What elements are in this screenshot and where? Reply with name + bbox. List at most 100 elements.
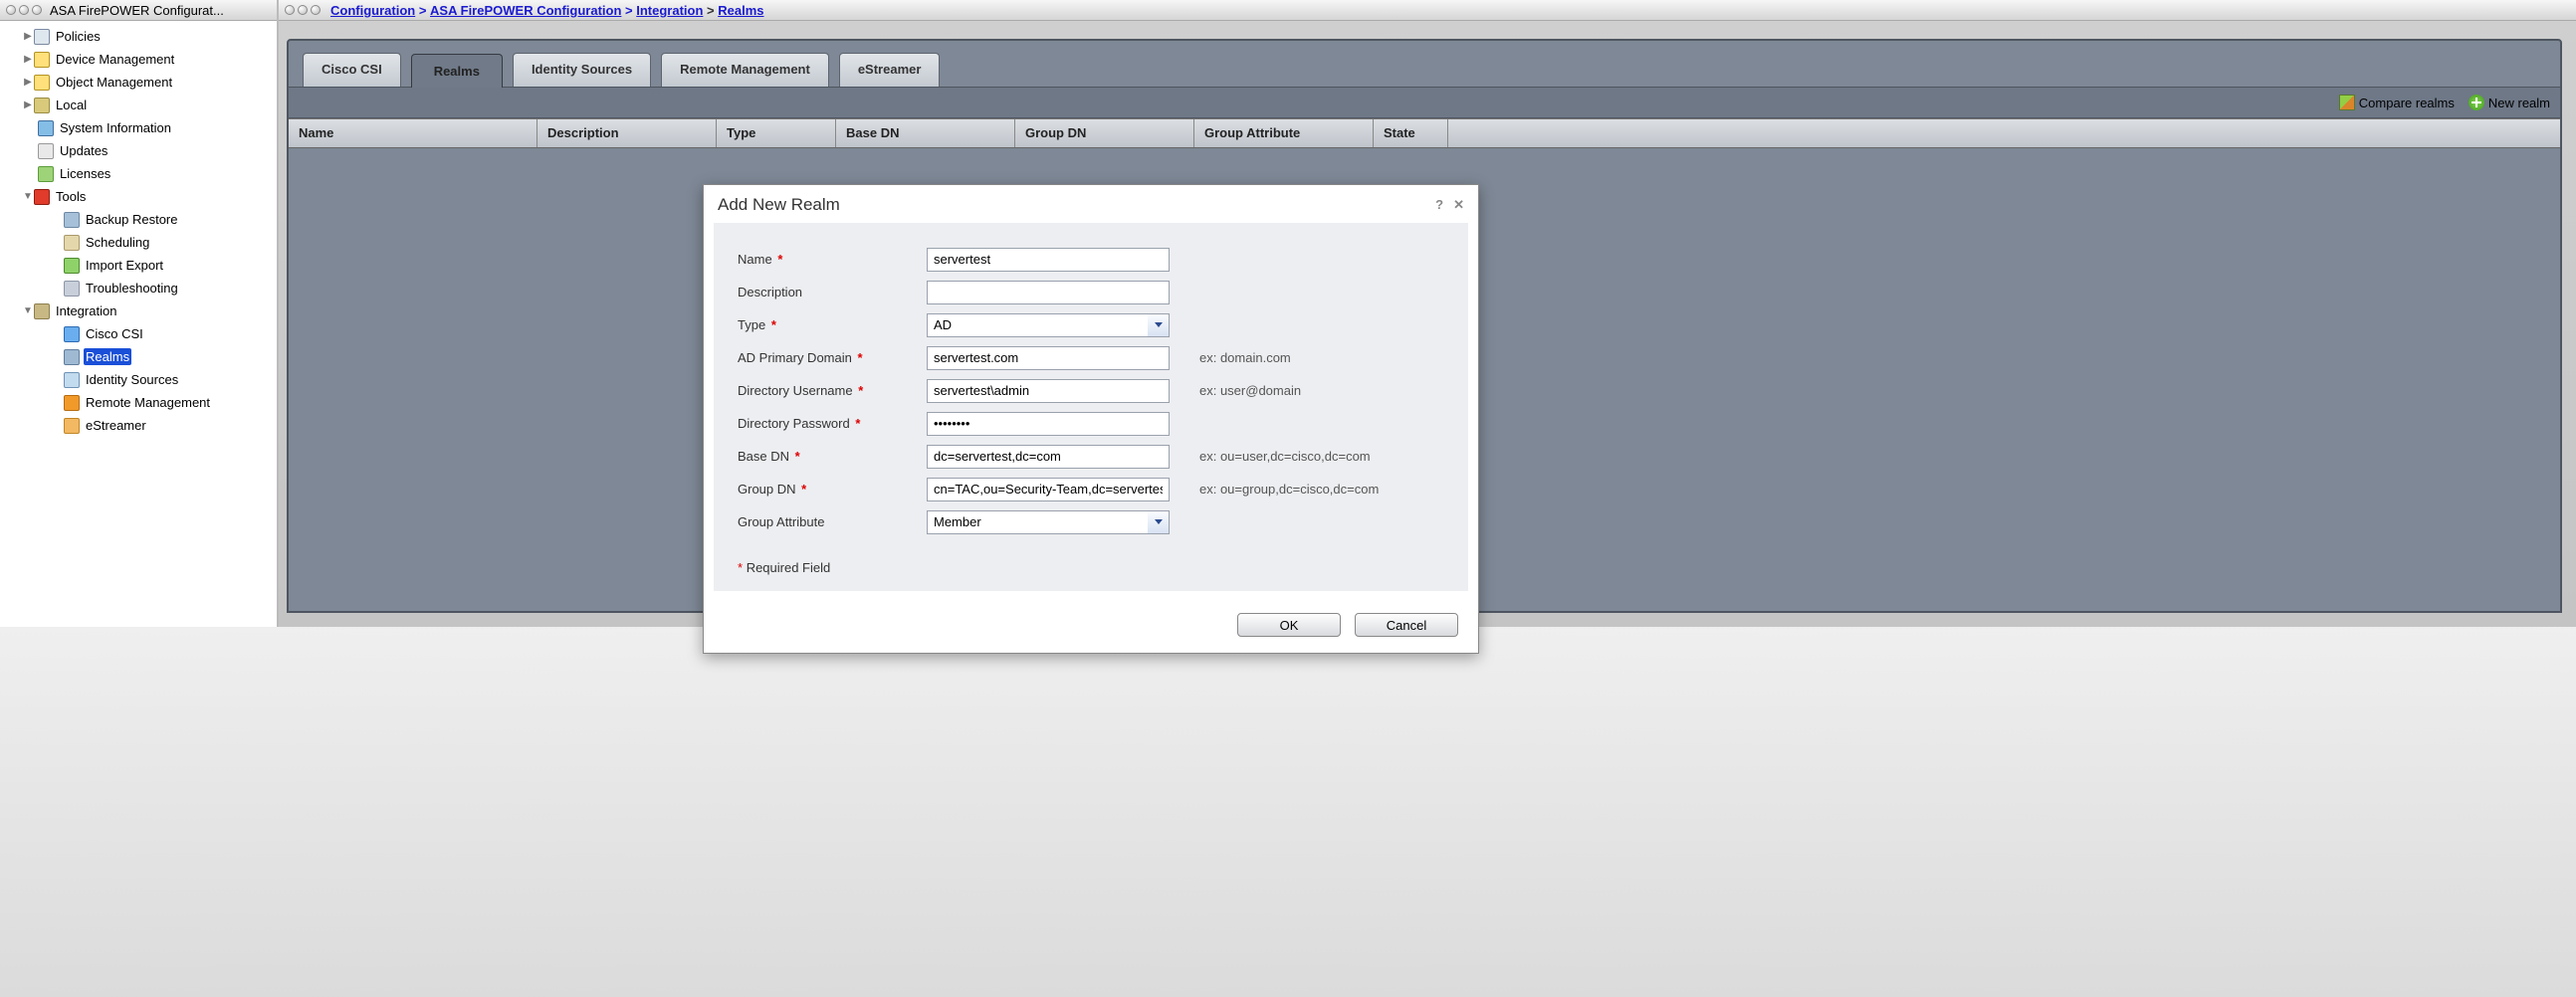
dpass-input[interactable] xyxy=(927,412,1170,436)
nav-item-local[interactable]: ▶ Local xyxy=(4,94,273,116)
window-light-max[interactable] xyxy=(311,5,321,15)
window-light-max[interactable] xyxy=(32,5,42,15)
nav-item-remote-management[interactable]: Remote Management xyxy=(4,391,273,414)
description-input[interactable] xyxy=(927,281,1170,304)
nav-item-backup-restore[interactable]: Backup Restore xyxy=(4,208,273,231)
nav-item-licenses[interactable]: Licenses xyxy=(4,162,273,185)
nav-item-integration[interactable]: ▼Integration xyxy=(4,299,273,322)
name-input[interactable] xyxy=(927,248,1170,272)
th-state[interactable]: State xyxy=(1374,119,1448,147)
nav-label: Licenses xyxy=(58,165,112,182)
tab-identity-sources[interactable]: Identity Sources xyxy=(513,53,651,87)
nav-item-object-management[interactable]: ▶Object Management xyxy=(4,71,273,94)
window-lights xyxy=(6,5,42,15)
nav-item-troubleshooting[interactable]: Troubleshooting xyxy=(4,277,273,299)
th-groupattr[interactable]: Group Attribute xyxy=(1194,119,1374,147)
nav-label: Device Management xyxy=(54,51,176,68)
window-light-close[interactable] xyxy=(6,5,16,15)
realms-table-header: Name Description Type Base DN Group DN G… xyxy=(289,118,2560,148)
disclosure-icon[interactable]: ▶ xyxy=(22,54,34,65)
nav-item-system-information[interactable]: System Information xyxy=(4,116,273,139)
disclosure-icon[interactable]: ▼ xyxy=(22,191,34,202)
groupdn-hint: ex: ou=group,dc=cisco,dc=com xyxy=(1199,482,1379,497)
duser-input[interactable] xyxy=(927,379,1170,403)
type-select[interactable] xyxy=(927,313,1170,337)
duser-hint: ex: user@domain xyxy=(1199,383,1301,398)
content-pane: Cisco CSI Realms Identity Sources Remote… xyxy=(279,21,2576,627)
dialog-help-button[interactable]: ? xyxy=(1435,197,1443,213)
nav-label: Local xyxy=(54,97,89,113)
disclosure-icon[interactable]: ▶ xyxy=(22,31,34,42)
window-light-close[interactable] xyxy=(285,5,295,15)
th-basedn[interactable]: Base DN xyxy=(836,119,1015,147)
basedn-input[interactable] xyxy=(927,445,1170,469)
nav-label: eStreamer xyxy=(84,417,148,434)
th-type[interactable]: Type xyxy=(717,119,836,147)
chevron-down-icon[interactable] xyxy=(1148,510,1170,534)
dialog-close-button[interactable]: ✕ xyxy=(1453,197,1464,213)
nav-label: Scheduling xyxy=(84,234,151,251)
row-base-dn: Base DN * ex: ou=user,dc=cisco,dc=com xyxy=(738,440,1440,473)
disclosure-icon[interactable]: ▶ xyxy=(22,77,34,88)
main-area: Configuration > ASA FirePOWER Configurat… xyxy=(279,0,2576,627)
th-groupdn[interactable]: Group DN xyxy=(1015,119,1194,147)
troubleshooting-icon xyxy=(64,281,80,297)
compare-realms-button[interactable]: Compare realms xyxy=(2339,95,2455,110)
window-light-min[interactable] xyxy=(298,5,308,15)
row-type: Type * xyxy=(738,308,1440,341)
nav-label: Identity Sources xyxy=(84,371,180,388)
realms-icon xyxy=(64,349,80,365)
tab-realms[interactable]: Realms xyxy=(411,54,503,88)
nav-item-estreamer[interactable]: eStreamer xyxy=(4,414,273,437)
nav-item-cisco-csi[interactable]: Cisco CSI xyxy=(4,322,273,345)
nav-label: Cisco CSI xyxy=(84,325,145,342)
sidebar-titlebar: ASA FirePOWER Configurat... xyxy=(0,0,277,21)
ok-button[interactable]: OK xyxy=(1237,613,1341,637)
pdomain-input[interactable] xyxy=(927,346,1170,370)
breadcrumb-link-asa-firepower[interactable]: ASA FirePOWER Configuration xyxy=(430,3,621,18)
type-label: Type * xyxy=(738,317,927,332)
window-light-min[interactable] xyxy=(19,5,29,15)
updates-icon xyxy=(38,143,54,159)
new-realm-button[interactable]: New realm xyxy=(2469,95,2550,110)
type-select-value[interactable] xyxy=(927,313,1148,337)
row-description: Description xyxy=(738,276,1440,308)
nav-label: Updates xyxy=(58,142,109,159)
estreamer-icon xyxy=(64,418,80,434)
pdomain-hint: ex: domain.com xyxy=(1199,350,1291,365)
nav-item-scheduling[interactable]: Scheduling xyxy=(4,231,273,254)
nav-item-identity-sources[interactable]: Identity Sources xyxy=(4,368,273,391)
chevron-down-icon[interactable] xyxy=(1148,313,1170,337)
identity-sources-icon xyxy=(64,372,80,388)
backup-icon xyxy=(64,212,80,228)
groupattr-select[interactable] xyxy=(927,510,1170,534)
th-name[interactable]: Name xyxy=(289,119,537,147)
breadcrumb-link-realms[interactable]: Realms xyxy=(718,3,763,18)
disclosure-icon[interactable]: ▶ xyxy=(22,100,34,110)
nav-label: Realms xyxy=(84,348,131,365)
th-description[interactable]: Description xyxy=(537,119,717,147)
nav-item-tools[interactable]: ▼Tools xyxy=(4,185,273,208)
nav-item-device-management[interactable]: ▶ Device Management xyxy=(4,48,273,71)
breadcrumb-sep: > xyxy=(621,3,636,18)
dialog-title: Add New Realm xyxy=(718,195,840,215)
sysinfo-icon xyxy=(38,120,54,136)
nav-item-realms[interactable]: Realms xyxy=(4,345,273,368)
disclosure-icon[interactable]: ▼ xyxy=(22,305,34,316)
nav-item-policies[interactable]: ▶Policies xyxy=(4,25,273,48)
groupattr-select-value[interactable] xyxy=(927,510,1148,534)
breadcrumb-link-integration[interactable]: Integration xyxy=(636,3,703,18)
tab-remote-management[interactable]: Remote Management xyxy=(661,53,829,87)
cancel-button[interactable]: Cancel xyxy=(1355,613,1458,637)
breadcrumb-link-configuration[interactable]: Configuration xyxy=(330,3,415,18)
local-icon xyxy=(34,98,50,113)
groupdn-input[interactable] xyxy=(927,478,1170,501)
tab-cisco-csi[interactable]: Cisco CSI xyxy=(303,53,401,87)
compare-icon xyxy=(2339,95,2355,110)
tab-estreamer[interactable]: eStreamer xyxy=(839,53,941,87)
nav-item-updates[interactable]: Updates xyxy=(4,139,273,162)
import-export-icon xyxy=(64,258,80,274)
row-directory-username: Directory Username * ex: user@domain xyxy=(738,374,1440,407)
nav-item-import-export[interactable]: Import Export xyxy=(4,254,273,277)
policies-icon xyxy=(34,29,50,45)
